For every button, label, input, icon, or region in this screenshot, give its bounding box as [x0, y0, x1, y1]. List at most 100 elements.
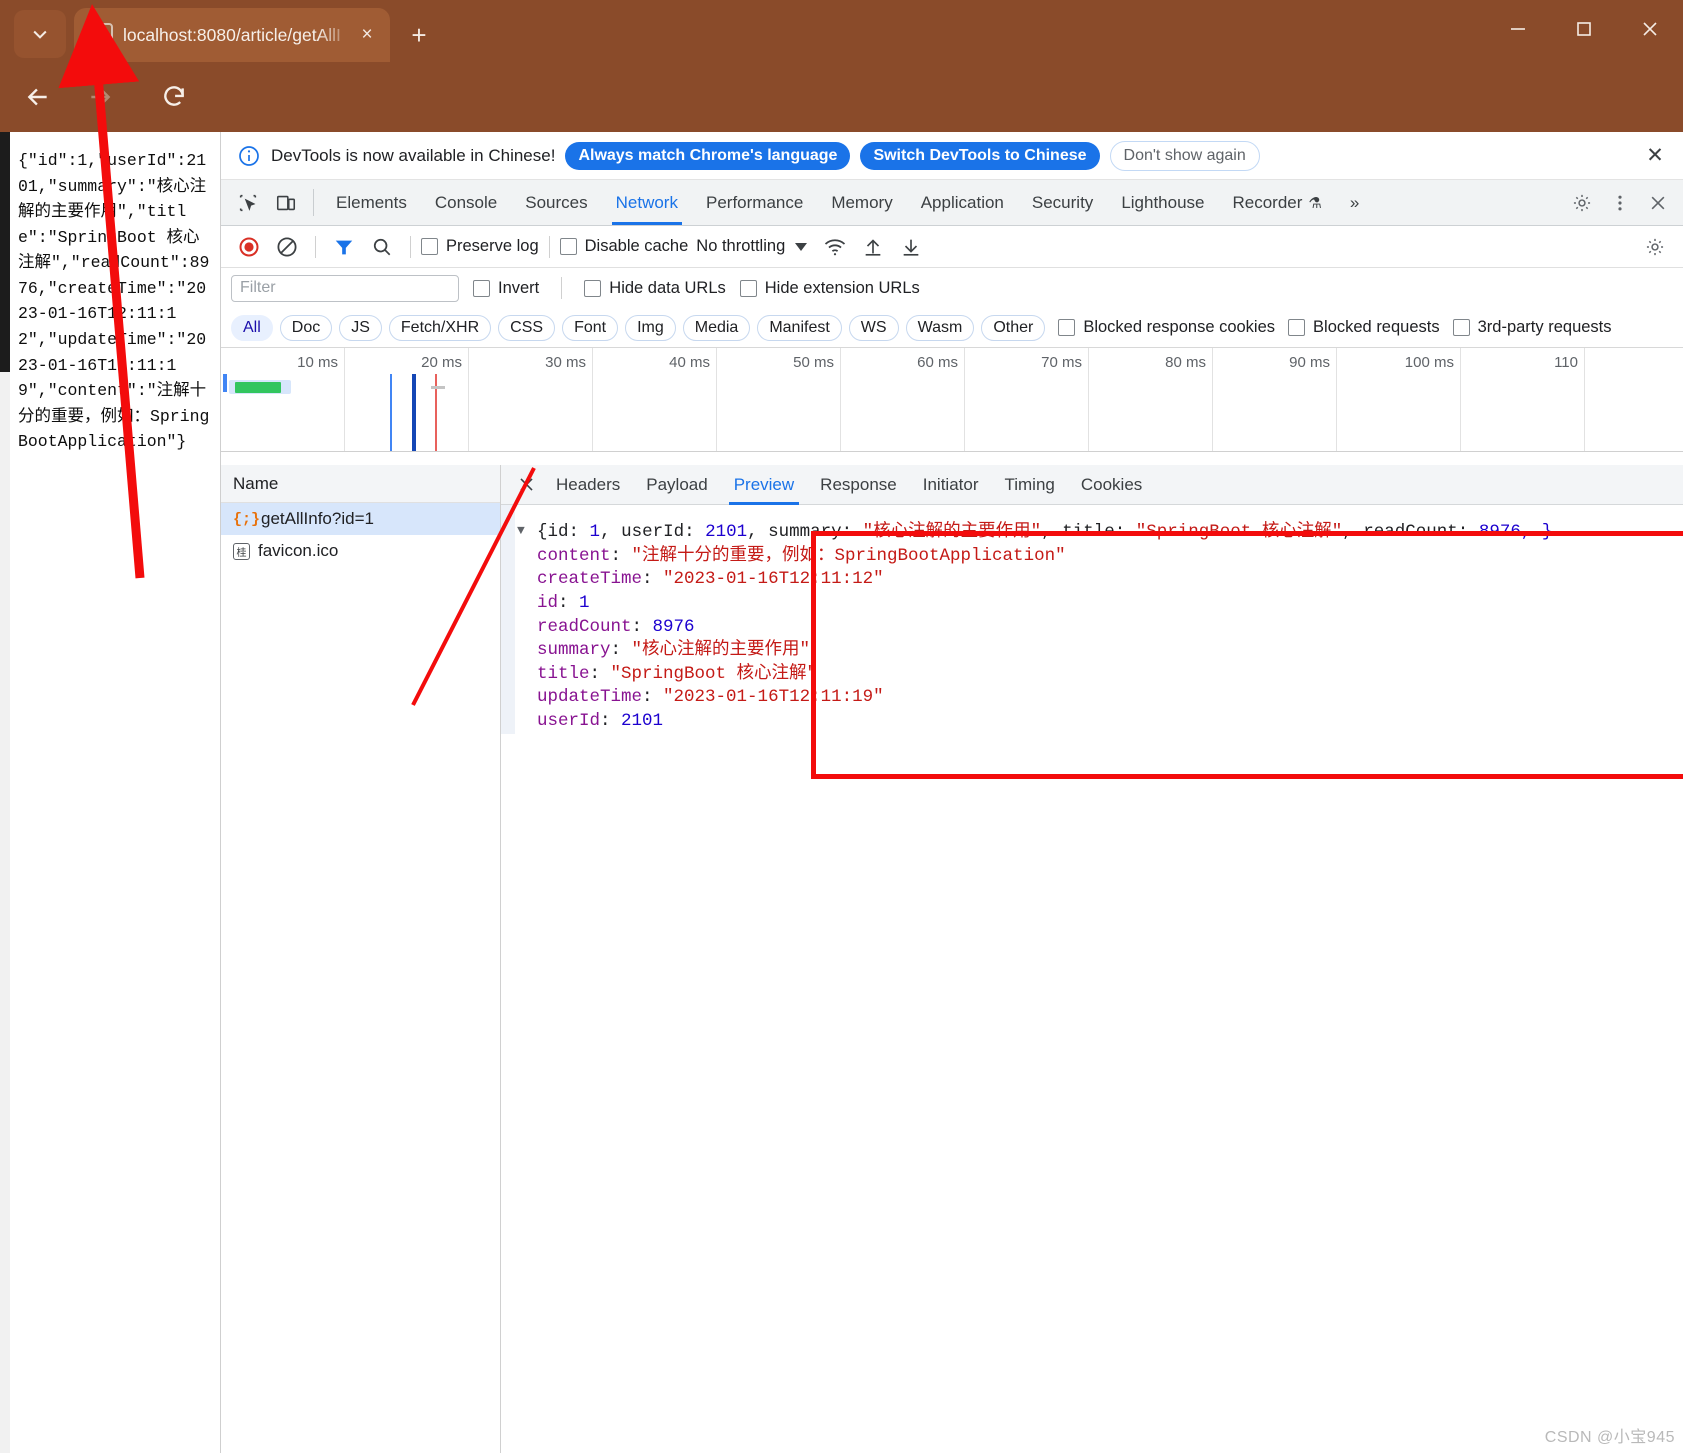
request-row-favicon[interactable]: 桂 favicon.ico — [221, 535, 500, 567]
tab-lighthouse[interactable]: Lighthouse — [1107, 180, 1218, 225]
chip-other[interactable]: Other — [981, 314, 1046, 341]
preview-summary-line[interactable]: ▼ {id: 1, userId: 2101, summary: "核心注解的主… — [517, 521, 1683, 545]
detail-tab-cookies[interactable]: Cookies — [1068, 465, 1155, 505]
detail-tab-response[interactable]: Response — [807, 465, 910, 505]
network-settings-button[interactable] — [1637, 229, 1673, 265]
disable-cache-checkbox[interactable]: Disable cache — [559, 237, 688, 256]
request-detail-panel: Headers Payload Preview Response Initiat… — [501, 465, 1683, 1453]
close-detail-icon[interactable] — [509, 475, 543, 494]
detail-tab-initiator[interactable]: Initiator — [910, 465, 992, 505]
preview-key: createTime — [537, 569, 643, 590]
network-conditions-button[interactable] — [817, 229, 853, 265]
more-tabs-button[interactable]: » — [1336, 180, 1373, 225]
chip-media[interactable]: Media — [682, 314, 751, 341]
preview-value: 2101 — [621, 711, 664, 731]
chip-font[interactable]: Font — [562, 314, 619, 341]
preserve-log-checkbox[interactable]: Preserve log — [421, 237, 539, 256]
network-filter-row: Invert Hide data URLs Hide extension URL… — [221, 268, 1683, 308]
browser-tab[interactable]: 桂 localhost:8080/article/getAllI × — [74, 8, 390, 62]
checkbox-label: Invert — [498, 278, 540, 297]
hide-data-urls-checkbox[interactable]: Hide data URLs — [584, 279, 726, 298]
notice-message: DevTools is now available in Chinese! — [271, 145, 556, 165]
timeline-cell: 70 ms — [965, 348, 1089, 451]
preview-value: "注解十分的重要，例如：SpringBootApplication" — [631, 545, 1066, 566]
tab-performance[interactable]: Performance — [692, 180, 817, 225]
filter-toggle-button[interactable] — [326, 229, 362, 265]
devtools-menu-button[interactable] — [1601, 180, 1639, 226]
json-preview: ▼ {id: 1, userId: 2101, summary: "核心注解的主… — [501, 505, 1683, 779]
forward-button[interactable] — [76, 73, 124, 121]
dont-show-again-button[interactable]: Don't show again — [1109, 140, 1260, 171]
inspect-element-button[interactable] — [229, 180, 267, 225]
chip-ws[interactable]: WS — [848, 314, 899, 341]
clear-button[interactable] — [269, 229, 305, 265]
timeline-tick-label: 80 ms — [1165, 354, 1206, 371]
expand-toggle-icon[interactable]: ▼ — [517, 521, 537, 542]
chip-img[interactable]: Img — [625, 314, 676, 341]
arrow-left-icon — [27, 88, 47, 106]
flask-icon: ⚗ — [1308, 194, 1322, 212]
chip-doc[interactable]: Doc — [279, 314, 333, 341]
search-button[interactable] — [364, 229, 400, 265]
chevron-down-icon — [33, 30, 47, 39]
network-toolbar-right — [1637, 229, 1673, 265]
request-row-getallinfo[interactable]: {;} getAllInfo?id=1 — [221, 503, 500, 535]
page-left-scrollbar[interactable] — [0, 132, 10, 1453]
blocked-requests-checkbox[interactable]: Blocked requests — [1288, 318, 1440, 337]
detail-tab-preview[interactable]: Preview — [721, 465, 807, 505]
preview-key: id — [537, 592, 559, 613]
chip-wasm[interactable]: Wasm — [905, 314, 975, 341]
tab-memory[interactable]: Memory — [817, 180, 906, 225]
maximize-button[interactable] — [1551, 0, 1617, 58]
record-button[interactable] — [231, 229, 267, 265]
settings-button[interactable] — [1563, 180, 1601, 226]
request-detail-tabs: Headers Payload Preview Response Initiat… — [501, 465, 1683, 505]
export-har-button[interactable] — [893, 229, 929, 265]
tab-sources[interactable]: Sources — [511, 180, 601, 225]
notice-close-icon[interactable]: ✕ — [1639, 140, 1671, 172]
back-button[interactable] — [14, 73, 62, 121]
checkbox-label: Blocked response cookies — [1083, 318, 1276, 336]
tab-network[interactable]: Network — [602, 180, 692, 225]
tab-recorder[interactable]: Recorder ⚗ — [1219, 180, 1336, 225]
hide-extension-urls-checkbox[interactable]: Hide extension URLs — [739, 278, 920, 298]
tab-console[interactable]: Console — [421, 180, 511, 225]
preview-row-userid: userId: 2101 — [517, 710, 1683, 734]
watermark: CSDN @小宝945 — [1544, 1429, 1675, 1446]
tab-search-button[interactable] — [14, 10, 66, 58]
request-list-header[interactable]: Name — [221, 465, 500, 503]
third-party-requests-checkbox[interactable]: 3rd-party requests — [1452, 318, 1612, 337]
checkbox-label: Hide extension URLs — [764, 278, 920, 297]
reload-button[interactable] — [150, 73, 198, 121]
always-match-language-button[interactable]: Always match Chrome's language — [565, 141, 851, 170]
tab-application[interactable]: Application — [907, 180, 1018, 225]
filter-input[interactable] — [231, 274, 459, 302]
chip-all[interactable]: All — [231, 314, 273, 341]
detail-tab-timing[interactable]: Timing — [991, 465, 1067, 505]
checkbox-label: Blocked requests — [1313, 318, 1440, 336]
tab-elements[interactable]: Elements — [322, 180, 421, 225]
detail-tab-payload[interactable]: Payload — [633, 465, 720, 505]
close-window-button[interactable] — [1617, 0, 1683, 58]
chip-js[interactable]: JS — [339, 314, 382, 341]
new-tab-button[interactable]: + — [400, 16, 438, 54]
preview-row-updatetime: updateTime: "2023-01-16T12:11:19" — [517, 686, 1683, 710]
tab-close-icon[interactable]: × — [354, 24, 380, 46]
chip-manifest[interactable]: Manifest — [757, 314, 842, 341]
switch-devtools-language-button[interactable]: Switch DevTools to Chinese — [860, 141, 1100, 170]
preview-key: content — [537, 545, 611, 566]
network-overview-timeline[interactable]: 10 ms 20 ms 30 ms 40 ms 50 ms 60 ms 70 m… — [221, 348, 1683, 452]
timeline-cell: 110 — [1461, 348, 1585, 451]
device-toolbar-button[interactable] — [267, 180, 305, 225]
blocked-response-cookies-checkbox[interactable]: Blocked response cookies — [1058, 318, 1275, 337]
detail-tab-headers[interactable]: Headers — [543, 465, 633, 505]
import-har-button[interactable] — [855, 229, 891, 265]
invert-checkbox[interactable]: Invert — [473, 279, 539, 298]
minimize-button[interactable] — [1485, 0, 1551, 58]
chip-css[interactable]: CSS — [498, 314, 556, 341]
chip-fetch-xhr[interactable]: Fetch/XHR — [388, 314, 492, 341]
tab-security[interactable]: Security — [1018, 180, 1107, 225]
page-scrollbar-thumb[interactable] — [0, 132, 10, 372]
throttling-select[interactable]: No throttling — [696, 237, 808, 256]
close-devtools-button[interactable] — [1639, 180, 1677, 226]
